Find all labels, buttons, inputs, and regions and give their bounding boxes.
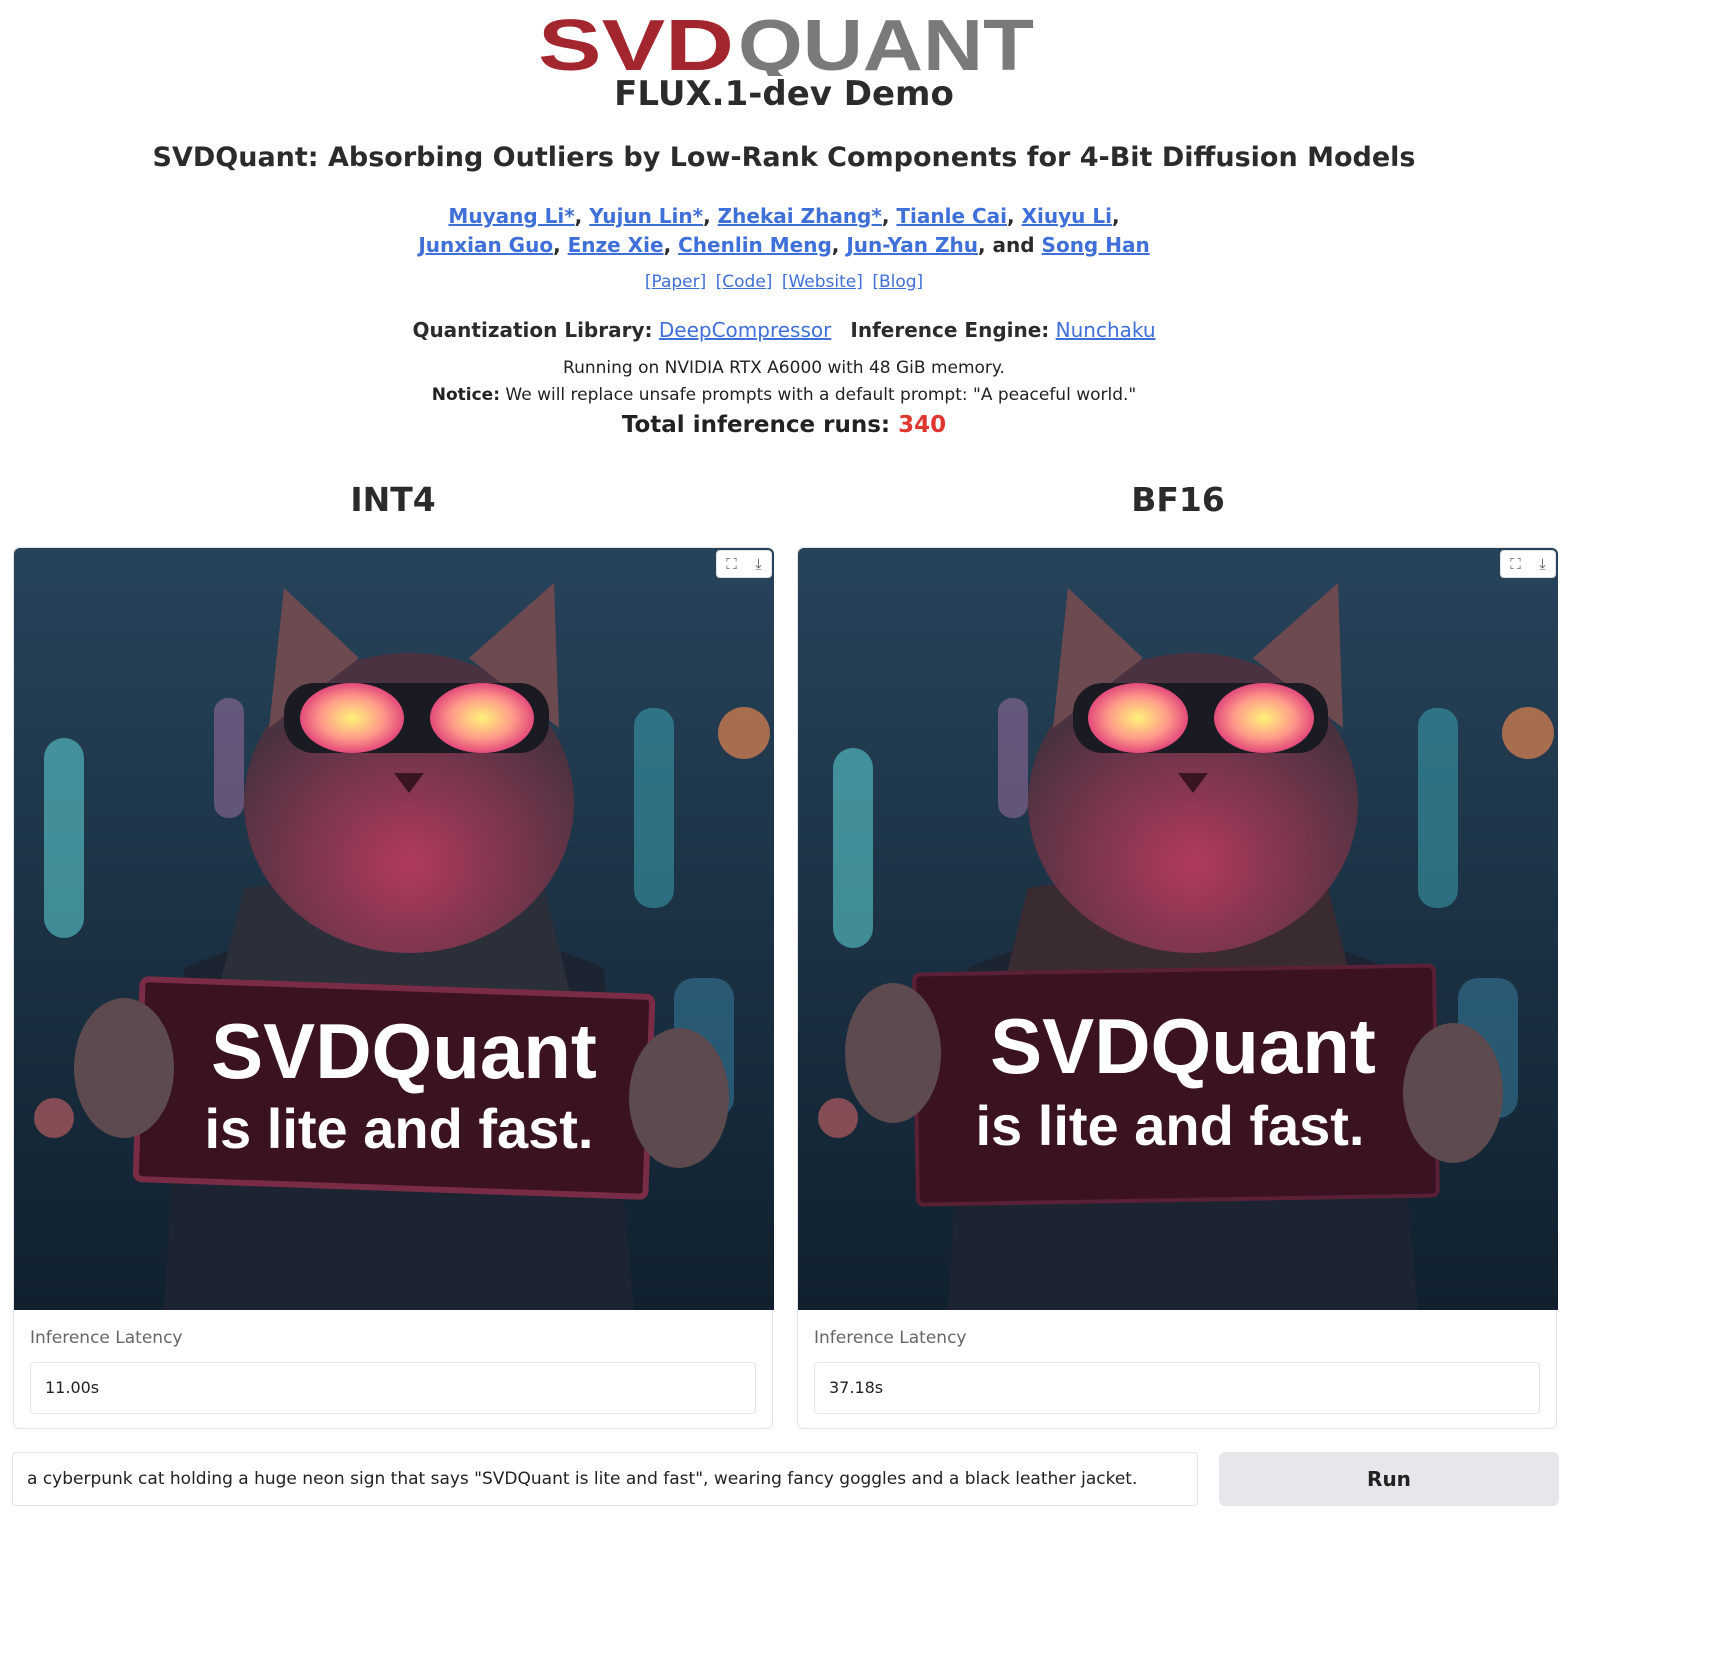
int4-generated-image: SVDQuant is lite and fast.: [14, 548, 774, 1310]
inference-runs: Total inference runs: 340: [0, 412, 1568, 438]
and-word: and: [992, 233, 1035, 257]
bf16-image[interactable]: SVDQuant is lite and fast. ⛶ ⤓: [798, 548, 1558, 1310]
author-link[interactable]: Jun-Yan Zhu: [846, 233, 978, 257]
code-link[interactable]: [Code]: [716, 272, 773, 292]
author-link[interactable]: Yujun Lin*: [589, 204, 703, 228]
bf16-title: BF16: [1131, 480, 1225, 519]
int4-panel: SVDQuant is lite and fast. ⛶ ⤓ Inference…: [13, 547, 774, 1429]
bf16-latency-label: Inference Latency: [814, 1328, 967, 1348]
running-info: Running on NVIDIA RTX A6000 with 48 GiB …: [563, 358, 1005, 378]
int4-image[interactable]: SVDQuant is lite and fast. ⛶ ⤓: [14, 548, 774, 1310]
download-icon[interactable]: ⤓: [1539, 556, 1546, 572]
author-link[interactable]: Junxian Guo: [418, 233, 553, 257]
notice-text: We will replace unsafe prompts with a de…: [505, 385, 1137, 405]
author-link[interactable]: Chenlin Meng: [678, 233, 832, 257]
notice-label: Notice:: [431, 385, 500, 405]
paper-link[interactable]: [Paper]: [645, 272, 706, 292]
author-link[interactable]: Tianle Cai: [896, 204, 1007, 228]
library-info: Quantization Library: DeepCompressor Inf…: [0, 318, 1568, 342]
bf16-sign-line2: is lite and fast.: [976, 1094, 1365, 1157]
bf16-image-tools: ⛶ ⤓: [1500, 550, 1556, 578]
author-link[interactable]: Song Han: [1042, 233, 1150, 257]
blog-link[interactable]: [Blog]: [872, 272, 923, 292]
demo-title: FLUX.1-dev Demo: [614, 74, 954, 114]
notice: Notice: We will replace unsafe prompts w…: [0, 385, 1568, 405]
fullscreen-icon[interactable]: ⛶: [1510, 556, 1521, 572]
logo-text-right: QUANT: [738, 14, 1034, 76]
int4-sign-line2: is lite and fast.: [205, 1097, 594, 1160]
run-button[interactable]: Run: [1219, 1452, 1559, 1506]
int4-sign-line1: SVDQuant: [211, 1007, 597, 1095]
engine-label: Inference Engine:: [850, 318, 1050, 342]
runs-label: Total inference runs:: [621, 412, 891, 438]
author-link[interactable]: Enze Xie: [568, 233, 664, 257]
author-list: Muyang Li*, Yujun Lin*, Zhekai Zhang*, T…: [418, 204, 1150, 257]
int4-latency-field[interactable]: 11.00s: [30, 1362, 756, 1414]
library-link[interactable]: DeepCompressor: [659, 318, 831, 342]
paper-title: SVDQuant: Absorbing Outliers by Low-Rank…: [152, 142, 1416, 173]
download-icon[interactable]: ⤓: [755, 556, 762, 572]
bf16-latency-field[interactable]: 37.18s: [814, 1362, 1540, 1414]
website-link[interactable]: [Website]: [782, 272, 863, 292]
prompt-input[interactable]: a cyberpunk cat holding a huge neon sign…: [12, 1452, 1198, 1506]
int4-title: INT4: [350, 480, 436, 519]
engine-link[interactable]: Nunchaku: [1056, 318, 1156, 342]
author-link[interactable]: Zhekai Zhang*: [718, 204, 882, 228]
logo-graphic: SVD QUANT: [538, 6, 1034, 86]
svdquant-logo: SVD QUANT: [538, 6, 1034, 86]
resource-links: [Paper] [Code] [Website] [Blog]: [0, 272, 1568, 292]
logo-text-left: SVD: [538, 14, 734, 76]
int4-latency-label: Inference Latency: [30, 1328, 183, 1348]
author-link[interactable]: Muyang Li*: [448, 204, 574, 228]
int4-image-tools: ⛶ ⤓: [716, 550, 772, 578]
bf16-panel: SVDQuant is lite and fast. ⛶ ⤓ Inference…: [797, 547, 1558, 1429]
fullscreen-icon[interactable]: ⛶: [726, 556, 737, 572]
author-link[interactable]: Xiuyu Li: [1022, 204, 1112, 228]
library-label: Quantization Library:: [412, 318, 653, 342]
bf16-generated-image: SVDQuant is lite and fast.: [798, 548, 1558, 1310]
runs-count: 340: [898, 412, 947, 438]
bf16-sign-line1: SVDQuant: [990, 1002, 1376, 1090]
